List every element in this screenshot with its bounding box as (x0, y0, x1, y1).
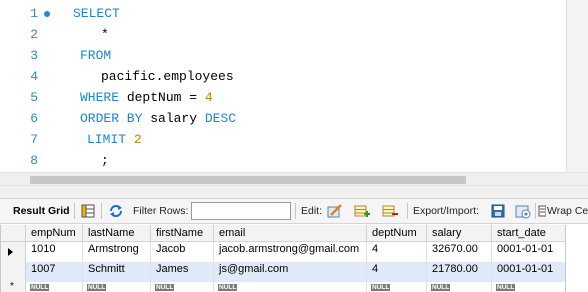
filter-rows-label: Filter Rows: (133, 205, 189, 217)
code-text: WHERE deptNum = 4 (80, 90, 213, 105)
execution-marker-icon (44, 11, 50, 17)
code-line[interactable]: 8 ; (0, 151, 566, 172)
result-grid-tab[interactable]: Result Grid (13, 199, 70, 223)
code-line[interactable]: 1 SELECT (0, 4, 566, 25)
toolbar-separator (407, 203, 408, 219)
code-line[interactable]: 4 pacific.employees (0, 67, 566, 88)
toolbar-separator (74, 203, 75, 219)
line-number: 8 (30, 153, 38, 168)
edit-label: Edit: (301, 205, 323, 217)
code-line[interactable]: 3 FROM (0, 46, 566, 67)
edit-row-icon[interactable] (327, 203, 343, 219)
export-import-label: Export/Import: (413, 205, 479, 217)
toolbar-separator (295, 203, 296, 219)
panel-divider[interactable] (0, 186, 588, 198)
result-grid[interactable]: empNum lastName firstName email deptNum … (0, 225, 566, 292)
code-text: LIMIT 2 (87, 132, 142, 147)
wrap-cell-label[interactable]: Wrap Ce (547, 199, 588, 223)
code-text: ; (101, 153, 109, 168)
delete-row-icon[interactable] (382, 203, 398, 219)
code-line[interactable]: 7 LIMIT 2 (0, 130, 566, 151)
code-line[interactable]: 5 WHERE deptNum = 4 (0, 88, 566, 109)
editor-horizontal-scrollbar[interactable] (0, 172, 588, 186)
code-line[interactable]: 6 ORDER BY salary DESC (0, 109, 566, 130)
line-number: 7 (30, 132, 38, 147)
line-number: 2 (30, 27, 38, 42)
code-text: FROM (80, 48, 112, 63)
scrollbar-thumb[interactable] (30, 176, 466, 184)
wrap-cell-icon[interactable] (538, 203, 546, 219)
grid-frame (0, 225, 566, 292)
code-text: * (101, 27, 109, 42)
refresh-icon[interactable] (108, 203, 124, 219)
code-text: pacific.employees (101, 69, 234, 84)
line-number: 6 (30, 111, 38, 126)
code-text: SELECT (73, 6, 120, 21)
import-icon[interactable] (515, 203, 531, 219)
grid-view-icon[interactable] (80, 203, 96, 219)
editor-vertical-scrollbar[interactable] (566, 0, 588, 172)
line-number: 1 (30, 6, 38, 21)
line-number: 3 (30, 48, 38, 63)
line-number: 4 (30, 69, 38, 84)
code-line[interactable]: 2 * (0, 25, 566, 46)
export-icon[interactable] (490, 203, 506, 219)
filter-rows-input[interactable] (191, 202, 291, 220)
toolbar-separator (535, 203, 536, 219)
line-number: 5 (30, 90, 38, 105)
sql-editor[interactable]: 1 SELECT 2 * 3 FROM 4 pacific.employees … (0, 0, 588, 172)
result-toolbar: Result Grid Filter Rows: Edit: Export/Im… (0, 198, 588, 224)
toolbar-separator (101, 203, 102, 219)
code-text: ORDER BY salary DESC (80, 111, 237, 126)
add-row-icon[interactable] (354, 203, 370, 219)
